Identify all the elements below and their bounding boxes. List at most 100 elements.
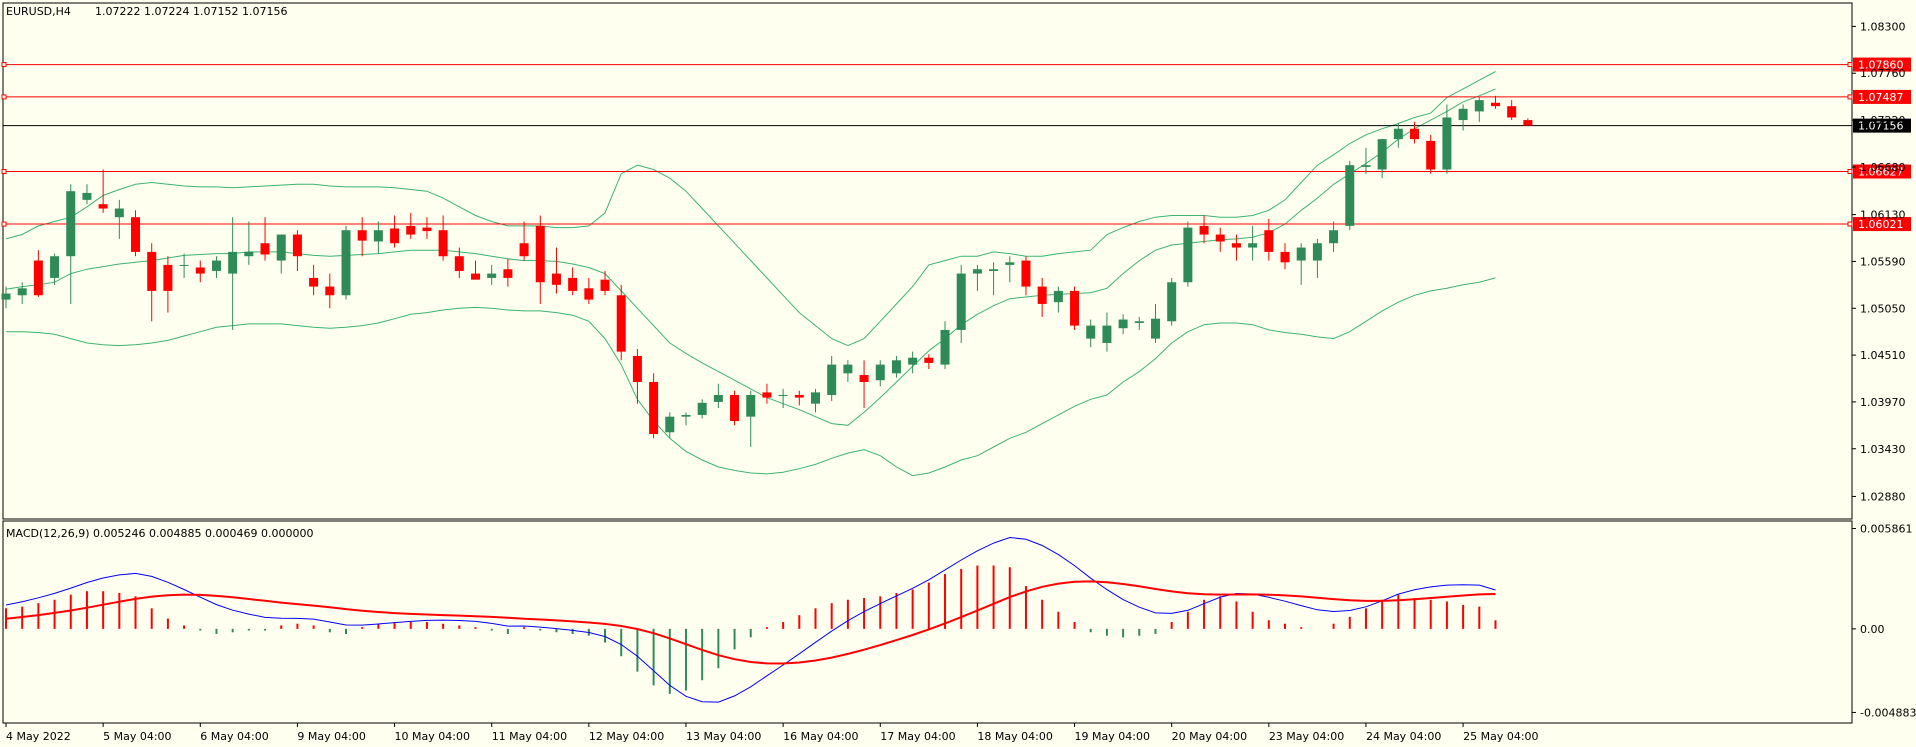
candle-body-bull: [1150, 318, 1160, 339]
candle-body-bull: [811, 392, 820, 404]
candle-body-bear: [535, 225, 545, 283]
candle-body-bear: [568, 277, 578, 291]
time-tick-label: 19 May 04:00: [1075, 730, 1150, 743]
candle-body-bear: [390, 228, 400, 244]
candle-body-bull: [487, 273, 497, 278]
candle-body-bull: [746, 394, 756, 417]
candle-body-bull: [1134, 321, 1144, 324]
candle-body-bull: [66, 191, 76, 257]
time-tick-label: 17 May 04:00: [880, 730, 955, 743]
price-tick-label: 1.05590: [1860, 255, 1906, 268]
time-tick-label: 6 May 04:00: [200, 730, 268, 743]
candle-body-bear: [1199, 225, 1209, 235]
candle-body-bull: [1361, 165, 1371, 167]
candle-body-bull: [114, 208, 124, 218]
ohlc-label: 1.07222 1.07224 1.07152 1.07156: [95, 5, 287, 18]
macd-tick-label: 0.00: [1860, 623, 1885, 636]
candle-body-bear: [1507, 106, 1517, 118]
price-tick-label: 1.05050: [1860, 302, 1906, 315]
candle-body-bull: [82, 192, 92, 200]
time-tick-label: 24 May 04:00: [1366, 730, 1441, 743]
candle-body-bear: [147, 251, 157, 291]
candle-body-bear: [422, 227, 432, 232]
candle-body-bear: [260, 243, 270, 255]
candle-body-bear: [1523, 120, 1533, 126]
candle-body-bear: [1280, 251, 1290, 263]
candle-body-bear: [616, 295, 626, 352]
candle-body-bear: [1215, 234, 1225, 242]
candle-body-bull: [50, 256, 60, 278]
candle-body-bear: [924, 357, 934, 363]
price-chart[interactable]: 1.078601.074871.071561.066271.06021 1.08…: [0, 0, 1916, 747]
symbol-label: EURUSD,H4: [6, 5, 71, 18]
candle-body-bull: [1393, 128, 1403, 140]
candle-body-bull: [276, 234, 286, 261]
candle-body-bear: [730, 394, 740, 422]
candle-body-bear: [503, 269, 513, 278]
candle-body-bear: [1410, 128, 1420, 140]
candle-body-bear: [309, 277, 319, 287]
candle-body-bull: [373, 230, 383, 242]
candle-body-bear: [794, 394, 804, 398]
time-tick-label: 20 May 04:00: [1172, 730, 1247, 743]
candle-body-bear: [1264, 230, 1274, 252]
candle-body-bull: [778, 394, 788, 396]
candle-body-bull: [875, 364, 885, 381]
level-line-anchor-right[interactable]: [1847, 221, 1853, 227]
candle-body-bear: [859, 375, 869, 382]
level-line-anchor-right[interactable]: [1847, 62, 1853, 68]
time-tick-label: 5 May 04:00: [103, 730, 171, 743]
macd-tick-label: -0.004883: [1860, 706, 1916, 719]
candle-body-bull: [908, 357, 918, 365]
time-tick-label: 4 May 2022: [6, 730, 71, 743]
price-tick-label: 1.08300: [1860, 20, 1906, 33]
candle-body-bear: [584, 288, 594, 300]
level-line-anchor-left[interactable]: [1, 62, 7, 68]
candle-body-bull: [1442, 117, 1452, 170]
candle-body-bull: [1345, 165, 1355, 226]
price-tick-label: 1.07760: [1860, 67, 1906, 80]
candle-body-bull: [1458, 108, 1468, 121]
time-tick-label: 10 May 04:00: [395, 730, 470, 743]
candle-body-bull: [1474, 100, 1484, 112]
candle-body-bull: [843, 364, 853, 374]
macd-tick-label: 0.005861: [1860, 523, 1913, 536]
candle-body-bear: [357, 230, 367, 241]
price-tick-label: 1.06130: [1860, 209, 1906, 222]
candle-body-bull: [665, 416, 675, 433]
time-tick-label: 23 May 04:00: [1269, 730, 1344, 743]
candle-body-bear: [163, 264, 173, 291]
candle-body-bear: [1426, 140, 1436, 170]
level-line-anchor-left[interactable]: [1, 169, 7, 175]
level-line-anchor-right[interactable]: [1847, 169, 1853, 175]
time-tick-label: 25 May 04:00: [1463, 730, 1538, 743]
candle-body-bear: [1231, 243, 1241, 248]
candle-body-bull: [1167, 282, 1177, 322]
candle-body-bull: [1377, 139, 1387, 170]
candle-body-bull: [1005, 262, 1015, 265]
price-tick-label: 1.07220: [1860, 114, 1906, 127]
candle-body-bull: [341, 230, 351, 296]
price-tick-label: 1.03970: [1860, 396, 1906, 409]
candle-body-bear: [1037, 286, 1047, 304]
candle-body-bear: [762, 392, 772, 398]
time-tick-label: 9 May 04:00: [297, 730, 365, 743]
level-price-label: 1.07487: [1858, 91, 1904, 104]
level-line-anchor-right[interactable]: [1847, 94, 1853, 100]
candle-body-bull: [179, 264, 189, 266]
candle-body-bull: [244, 251, 254, 257]
price-tick-label: 1.06680: [1860, 161, 1906, 174]
candle-body-bear: [454, 256, 464, 271]
candle-body-bull: [1, 293, 11, 300]
candle-body-bull: [713, 394, 723, 402]
candle-body-bear: [1021, 260, 1031, 287]
time-tick-label: 11 May 04:00: [492, 730, 567, 743]
candle-body-bear: [98, 204, 108, 209]
candle-body-bear: [519, 243, 529, 257]
candle-body-bull: [1329, 230, 1339, 244]
candle-body-bear: [632, 355, 642, 382]
candle-body-bear: [406, 225, 416, 235]
level-line-anchor-left[interactable]: [1, 221, 7, 227]
candle-body-bull: [681, 414, 691, 417]
level-line-anchor-left[interactable]: [1, 94, 7, 100]
